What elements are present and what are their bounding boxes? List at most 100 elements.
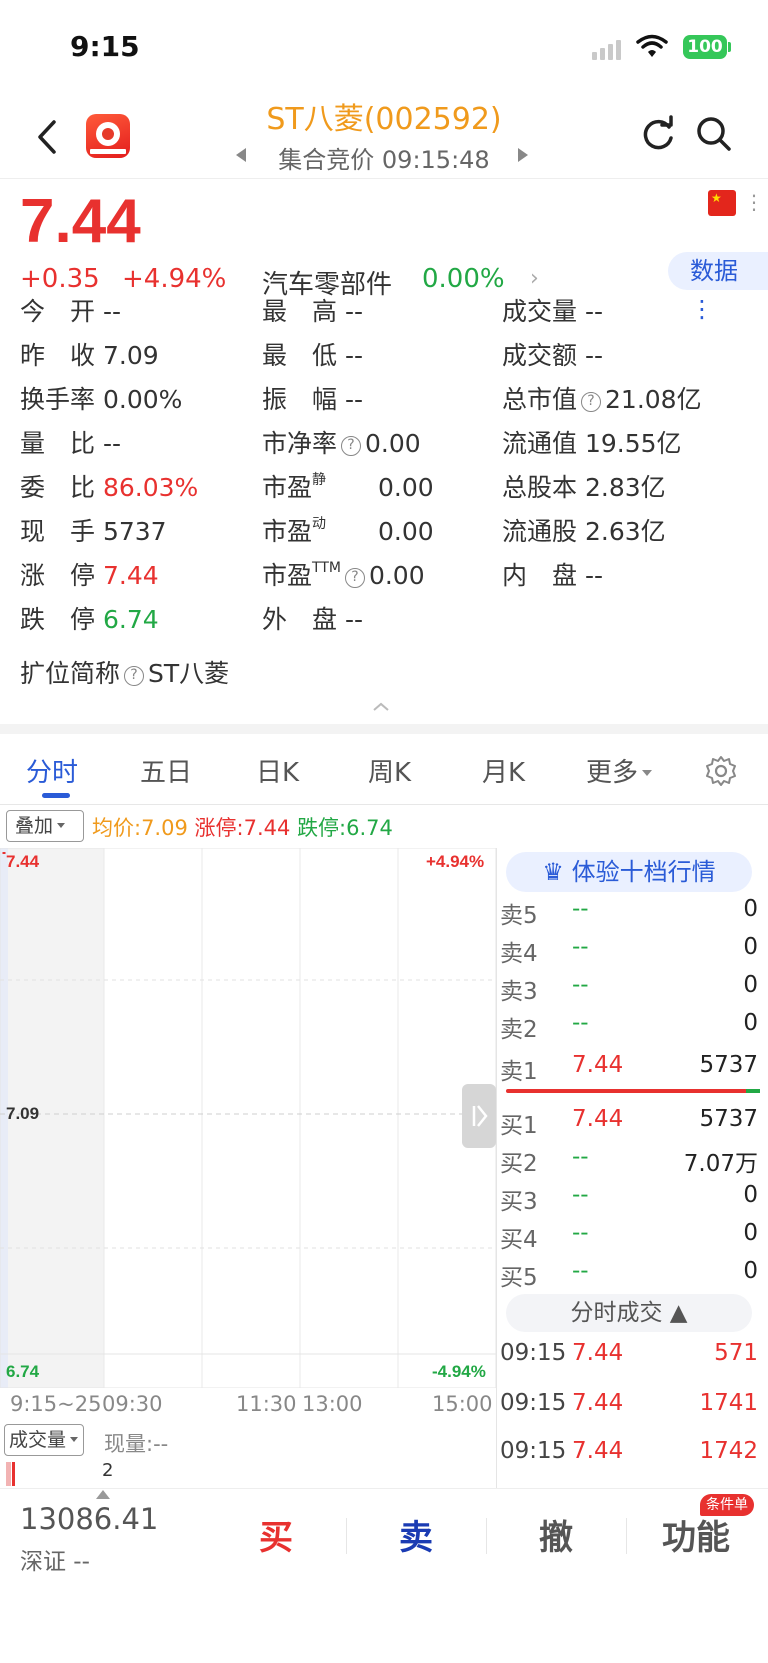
data-button[interactable]: 数据 ⋮	[668, 252, 768, 323]
ask-row-4: 卖4 -- 0	[500, 934, 758, 967]
stat-market-cap: 总市值? 21.08亿	[502, 385, 702, 414]
stat-current-hand: 现 手 5737	[20, 517, 167, 546]
time-label-auction: 9:15~25	[10, 1392, 102, 1416]
stat-total-shares: 总股本 2.83亿	[502, 473, 666, 502]
header-divider	[0, 178, 768, 179]
crown-icon: ♛	[542, 858, 564, 886]
stat-float-cap: 流通值 19.55亿	[502, 429, 682, 458]
next-stock-arrow-icon[interactable]	[518, 148, 528, 162]
stat-open: 今 开 --	[20, 297, 122, 326]
ask-row-5: 卖5 -- 0	[500, 896, 758, 929]
stat-pe-dynamic: 市盈动 0.00	[262, 516, 434, 546]
tab-active-indicator	[42, 793, 70, 798]
time-label-close: 15:00	[432, 1392, 493, 1416]
price-change-pct: +4.94%	[122, 264, 227, 294]
status-time: 9:15	[70, 30, 140, 63]
stat-outer: 外 盘 --	[262, 605, 364, 634]
bid-row-1: 买1 7.44 5737	[500, 1106, 758, 1139]
buy-button[interactable]: 买	[206, 1510, 346, 1559]
stat-low: 最 低 --	[262, 341, 364, 370]
cancel-order-button[interactable]: 撤	[486, 1510, 626, 1559]
refresh-icon[interactable]	[638, 114, 678, 154]
stat-volume: 成交量 --	[502, 297, 604, 326]
tab-intraday[interactable]: 分时	[26, 752, 78, 789]
stat-amount: 成交额 --	[502, 341, 604, 370]
current-volume: 现量:--	[104, 1432, 169, 1456]
stat-volume-ratio: 量 比 --	[20, 429, 122, 458]
tab-more[interactable]: 更多	[586, 752, 653, 789]
chevron-right-icon[interactable]: ›	[530, 266, 539, 291]
stat-extended-name: 扩位简称? ST八菱	[20, 659, 230, 688]
stat-amplitude: 振 幅 --	[262, 385, 364, 414]
back-button[interactable]	[28, 112, 68, 162]
gear-icon[interactable]	[704, 754, 738, 788]
wifi-icon	[636, 34, 668, 57]
bid-ask-ratio-bar	[506, 1089, 760, 1093]
search-icon[interactable]	[694, 114, 734, 154]
pct-axis-top: +4.94%	[426, 852, 485, 871]
more-vertical-icon[interactable]: ⋮	[744, 190, 764, 214]
volume-bar	[6, 1462, 11, 1486]
volume-dropdown[interactable]: 成交量	[4, 1424, 84, 1456]
sector-change-pct[interactable]: 0.00%	[422, 264, 505, 294]
index-up-caret-icon	[96, 1490, 110, 1499]
chart-reference-info: 均价:7.09 涨停:7.44 跌停:6.74	[92, 816, 393, 840]
tab-monthly-k[interactable]: 月K	[482, 752, 525, 789]
time-label-afternoon: 13:00	[302, 1392, 363, 1416]
auction-status: 集合竞价 09:15:48	[278, 146, 490, 174]
time-label-open: 09:30	[102, 1392, 163, 1416]
ten-level-quote-button[interactable]: ♛ 体验十档行情	[506, 852, 752, 892]
help-icon[interactable]: ?	[581, 392, 602, 412]
help-icon[interactable]: ?	[341, 436, 362, 456]
y-axis-bottom: 6.74	[6, 1362, 40, 1381]
cellular-signal-icon	[592, 38, 626, 60]
tab-weekly-k[interactable]: 周K	[368, 752, 411, 789]
bid-row-4: 买4 -- 0	[500, 1220, 758, 1253]
volume-bar-current	[12, 1462, 15, 1486]
function-button[interactable]: 功能	[626, 1510, 766, 1559]
stat-pe-static: 市盈静 0.00	[262, 472, 434, 502]
stat-inner: 内 盘 --	[502, 561, 604, 590]
bid-row-3: 买3 -- 0	[500, 1182, 758, 1215]
stat-commit-ratio: 委 比 86.03%	[20, 473, 199, 502]
stat-limit-up: 涨 停 7.44	[20, 561, 159, 590]
overlay-dropdown[interactable]: 叠加	[6, 810, 84, 842]
y-axis-mid: 7.09	[6, 1104, 40, 1123]
collapse-chevron-icon[interactable]	[372, 702, 390, 712]
bid-ask-ratio-bar-ask	[746, 1089, 760, 1093]
stat-high: 最 高 --	[262, 297, 364, 326]
bid-row-5: 买5 -- 0	[500, 1258, 758, 1291]
stock-title[interactable]: ST八菱(002592)	[180, 94, 588, 138]
bid-row-2: 买2 -- 7.07万	[500, 1144, 758, 1177]
tabs-divider	[0, 804, 768, 805]
current-price: 7.44	[20, 187, 141, 256]
index-name[interactable]: 深证 --	[20, 1542, 90, 1576]
ask-row-2: 卖2 -- 0	[500, 1010, 758, 1043]
tab-daily-k[interactable]: 日K	[256, 752, 299, 789]
ask-row-1: 卖1 7.44 5737	[500, 1052, 758, 1085]
intraday-chart[interactable]	[0, 848, 496, 1388]
stat-pe-ttm: 市盈TTM? 0.00	[262, 560, 425, 590]
index-value[interactable]: 13086.41	[20, 1502, 158, 1536]
orderbook-separator	[496, 848, 497, 1488]
china-flag-icon: ★	[708, 190, 736, 216]
battery-indicator: 100	[683, 35, 727, 59]
broker-logo[interactable]	[86, 114, 130, 158]
trades-toggle-button[interactable]: 分时成交 ▲	[506, 1294, 752, 1332]
help-icon[interactable]: ?	[344, 568, 365, 588]
conditional-order-badge[interactable]: 条件单	[700, 1494, 754, 1516]
stat-float-shares: 流通股 2.63亿	[502, 517, 666, 546]
stat-turnover: 换手率 0.00%	[20, 385, 183, 414]
help-icon[interactable]: ?	[124, 666, 145, 686]
section-separator	[0, 724, 768, 734]
stat-limit-down: 跌 停 6.74	[20, 605, 159, 634]
time-label-noon: 11:30	[236, 1392, 297, 1416]
battery-tip	[728, 42, 731, 52]
tab-five-day[interactable]: 五日	[140, 752, 192, 789]
volume-axis-value: 2	[102, 1460, 114, 1481]
ask-row-3: 卖3 -- 0	[500, 972, 758, 1005]
y-axis-top: 7.44	[6, 852, 40, 871]
sell-button[interactable]: 卖	[346, 1510, 486, 1559]
stat-pb: 市净率? 0.00	[262, 429, 421, 458]
caret-up-icon: ▲	[669, 1300, 688, 1326]
